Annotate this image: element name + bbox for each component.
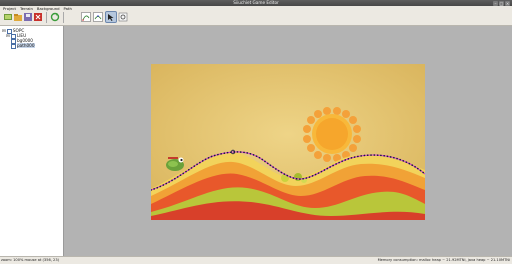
select-icon: [108, 14, 114, 21]
refresh-button[interactable]: [50, 12, 60, 22]
open-icon: [14, 14, 22, 21]
collapse-icon[interactable]: ⊟: [2, 28, 6, 33]
editor-canvas[interactable]: [64, 26, 512, 256]
toolbar-separator: [46, 12, 47, 23]
settings-button[interactable]: [118, 12, 128, 22]
close-icon: [34, 13, 42, 21]
edit-node-icon: [93, 12, 103, 22]
close-button[interactable]: ×: [505, 0, 510, 6]
maximize-button[interactable]: □: [499, 0, 504, 6]
save-button[interactable]: [23, 12, 33, 22]
minimize-button[interactable]: –: [493, 0, 498, 6]
settings-icon: [118, 12, 128, 22]
tree-item-label: path000: [17, 43, 35, 48]
new-button[interactable]: [3, 12, 13, 22]
remove-button[interactable]: [33, 12, 43, 22]
window-controls: – □ ×: [493, 0, 510, 6]
edit-path-button[interactable]: [81, 12, 91, 22]
open-button[interactable]: [13, 12, 23, 22]
save-icon: [24, 13, 32, 21]
toolbar-separator: [63, 12, 64, 23]
edit-node-button[interactable]: [93, 12, 103, 22]
path-icon: [11, 43, 16, 49]
level-preview[interactable]: [151, 64, 425, 220]
tree-item-selected[interactable]: path000: [11, 43, 35, 49]
refresh-icon: [50, 12, 60, 22]
collapse-icon[interactable]: ⊟: [6, 33, 10, 38]
project-tree: ⊟ SOPC ⊟ LIEU bg0000 path000: [0, 26, 64, 256]
toolbar: [0, 11, 512, 26]
new-icon: [4, 14, 12, 20]
edit-path-icon: [81, 12, 91, 22]
select-button[interactable]: [105, 11, 117, 23]
